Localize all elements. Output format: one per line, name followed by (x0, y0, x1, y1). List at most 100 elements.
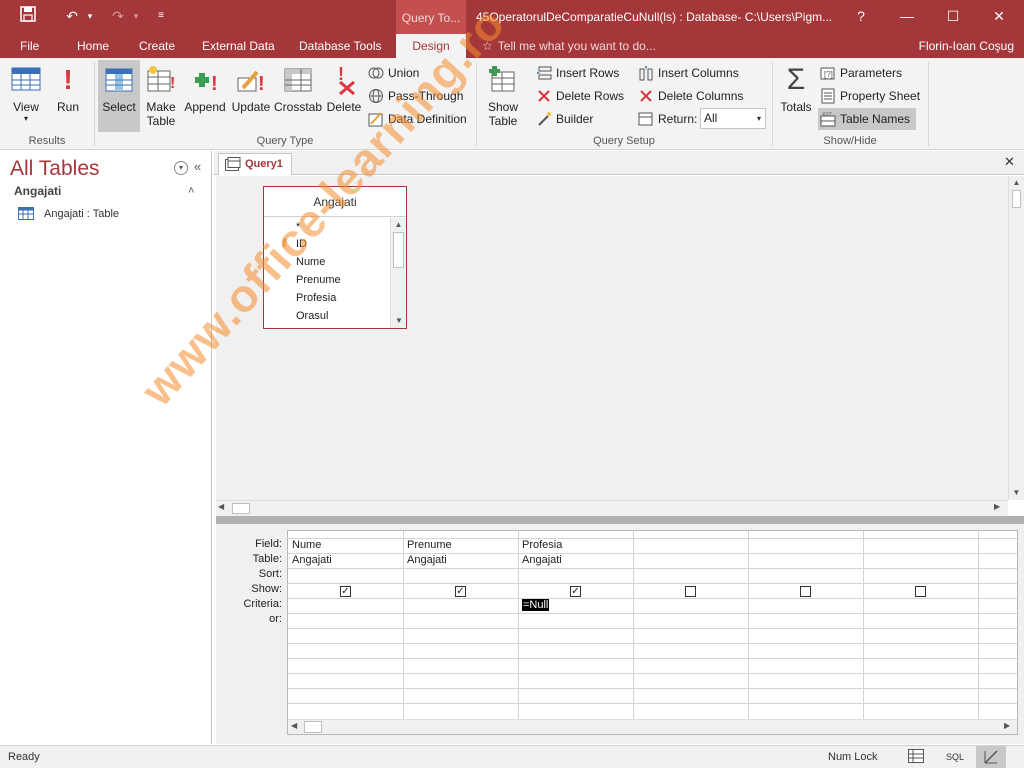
append-button[interactable]: ! Append (182, 60, 228, 132)
undo-dropdown-icon[interactable]: ▾ (84, 6, 96, 26)
show-table-label-2: Table (488, 114, 518, 128)
update-label: Update (231, 100, 271, 114)
union-icon (368, 65, 384, 81)
grid-horizontal-scrollbar[interactable]: ◀ ▶ (288, 719, 1017, 734)
crosstab-icon (282, 64, 314, 96)
svg-text:!: ! (258, 73, 265, 95)
delete-columns-button[interactable]: Delete Columns (636, 85, 743, 107)
view-button[interactable]: View ▾ (6, 60, 46, 132)
show-checkbox[interactable] (915, 586, 926, 597)
customize-qat-icon[interactable]: ≡ (152, 6, 170, 26)
scroll-left-icon[interactable]: ◀ (218, 502, 224, 511)
pane-splitter[interactable] (216, 516, 1024, 524)
table-names-button[interactable]: XYZ Table Names (818, 108, 917, 130)
scroll-right-icon[interactable]: ▶ (1004, 721, 1010, 730)
builder-button[interactable]: Builder (534, 108, 593, 130)
crosstab-button[interactable]: Crosstab (274, 60, 322, 132)
tab-query1[interactable]: Query1 (218, 153, 292, 175)
minimize-button[interactable]: — (884, 0, 930, 32)
show-checkbox[interactable] (685, 586, 696, 597)
collapse-pane-icon[interactable]: « (194, 159, 201, 174)
field-list-item[interactable]: Profesia (296, 289, 336, 307)
tab-database-tools[interactable]: Database Tools (299, 34, 382, 58)
insert-rows-icon (536, 65, 552, 81)
run-button[interactable]: ! Run (50, 60, 86, 132)
design-view-button[interactable] (976, 746, 1006, 768)
delete-query-button[interactable]: ! Delete (324, 60, 364, 132)
select-query-icon (103, 64, 135, 96)
show-checkbox[interactable] (800, 586, 811, 597)
row-label-sort: Sort: (258, 568, 282, 580)
update-button[interactable]: ! Update (230, 60, 272, 132)
user-name[interactable]: Florin-Ioan Coşug (919, 34, 1014, 58)
table-names-label: Table Names (840, 112, 911, 126)
collapse-group-icon[interactable]: ˄ (188, 185, 194, 197)
parameters-button[interactable]: [?] Parameters (818, 62, 902, 84)
group-separator (928, 62, 929, 146)
return-dropdown[interactable]: All ▾ (700, 108, 766, 129)
upper-vertical-scrollbar[interactable]: ▲ ▼ (1008, 176, 1024, 500)
scroll-thumb[interactable] (1012, 190, 1021, 208)
tab-file[interactable]: File (20, 34, 39, 58)
grid-table-cell[interactable]: Angajati (289, 553, 332, 568)
insert-rows-label: Insert Rows (556, 66, 620, 80)
insert-columns-button[interactable]: Insert Columns (636, 62, 739, 84)
scroll-thumb[interactable] (393, 232, 404, 268)
maximize-button[interactable]: ☐ (930, 0, 976, 32)
totals-label: Totals (780, 100, 812, 114)
delete-rows-label: Delete Rows (556, 89, 625, 103)
make-table-button[interactable]: ! Make Table (142, 60, 180, 132)
undo-icon[interactable]: ↶ (60, 6, 84, 26)
redo-icon[interactable]: ↷ (106, 6, 130, 26)
nav-group-header[interactable]: Angajati (14, 184, 61, 198)
group-label-show-hide: Show/Hide (823, 135, 877, 147)
delete-rows-icon (536, 88, 552, 104)
property-sheet-button[interactable]: Property Sheet (818, 85, 920, 107)
scroll-up-icon[interactable]: ▲ (1009, 176, 1024, 190)
grid-table-cell[interactable]: Angajati (404, 553, 447, 568)
select-query-button[interactable]: Select (98, 60, 140, 132)
save-icon[interactable] (14, 6, 42, 26)
chevron-down-icon: ▾ (756, 114, 761, 123)
nav-title[interactable]: All Tables (10, 157, 100, 181)
parameters-icon: [?] (820, 65, 836, 81)
delete-columns-label: Delete Columns (658, 89, 744, 103)
scroll-down-icon[interactable]: ▼ (1009, 486, 1024, 500)
show-checkbox[interactable]: ✓ (570, 586, 581, 597)
make-table-label-2: Table (146, 114, 176, 128)
delete-rows-button[interactable]: Delete Rows (534, 85, 624, 107)
help-button[interactable]: ? (838, 0, 884, 32)
field-list-scrollbar[interactable]: ▲ ▼ (390, 218, 406, 328)
close-document-icon[interactable]: ✕ (1004, 154, 1015, 170)
scroll-up-icon[interactable]: ▲ (391, 218, 406, 232)
close-button[interactable]: ✕ (976, 0, 1022, 32)
grid-field-cell[interactable]: Profesia (519, 538, 562, 553)
show-table-button[interactable]: Show Table (482, 60, 524, 132)
row-label-table: Table: (252, 553, 282, 565)
sql-view-button[interactable]: SQL (946, 746, 964, 768)
grid-field-cell[interactable]: Nume (289, 538, 321, 553)
insert-rows-button[interactable]: Insert Rows (534, 62, 619, 84)
tab-home[interactable]: Home (77, 34, 109, 58)
tab-external-data[interactable]: External Data (202, 34, 275, 58)
scroll-left-icon[interactable]: ◀ (291, 721, 297, 730)
field-list-item[interactable]: Prenume (296, 271, 341, 289)
grid-field-cell[interactable]: Prenume (404, 538, 452, 553)
nav-menu-chevron-icon[interactable]: ▾ (174, 161, 188, 175)
scroll-down-icon[interactable]: ▼ (391, 314, 407, 328)
grid-table-cell[interactable]: Angajati (519, 553, 562, 568)
redo-dropdown-icon[interactable]: ▾ (130, 6, 142, 26)
totals-button[interactable]: Σ Totals (776, 60, 816, 132)
scroll-thumb[interactable] (232, 503, 250, 514)
show-checkbox[interactable]: ✓ (455, 586, 466, 597)
row-label-or: or: (269, 613, 282, 625)
nav-item-angajati-table[interactable]: Angajati : Table (16, 205, 119, 223)
field-list-item[interactable]: Orasul (296, 307, 328, 325)
grid-criteria-cell[interactable]: =Null (519, 598, 550, 613)
upper-horizontal-scrollbar[interactable]: ◀ ▶ (216, 500, 1008, 516)
tab-create[interactable]: Create (139, 34, 175, 58)
show-checkbox[interactable]: ✓ (340, 586, 351, 597)
scroll-thumb[interactable] (304, 721, 322, 733)
scroll-right-icon[interactable]: ▶ (994, 502, 1000, 511)
group-separator (772, 62, 773, 146)
